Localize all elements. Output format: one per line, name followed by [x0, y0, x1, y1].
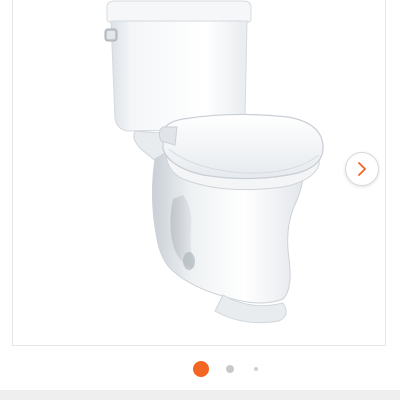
toilet-product-image[interactable] — [83, 0, 343, 329]
product-image-gallery[interactable] — [12, 0, 386, 346]
carousel-pagination — [0, 360, 400, 378]
carousel-dot[interactable] — [226, 365, 234, 373]
chevron-right-icon — [358, 162, 366, 176]
bottom-divider — [0, 390, 400, 400]
carousel-dot[interactable] — [254, 367, 258, 371]
next-image-button[interactable] — [345, 152, 379, 186]
carousel-dot-active[interactable] — [193, 361, 209, 377]
